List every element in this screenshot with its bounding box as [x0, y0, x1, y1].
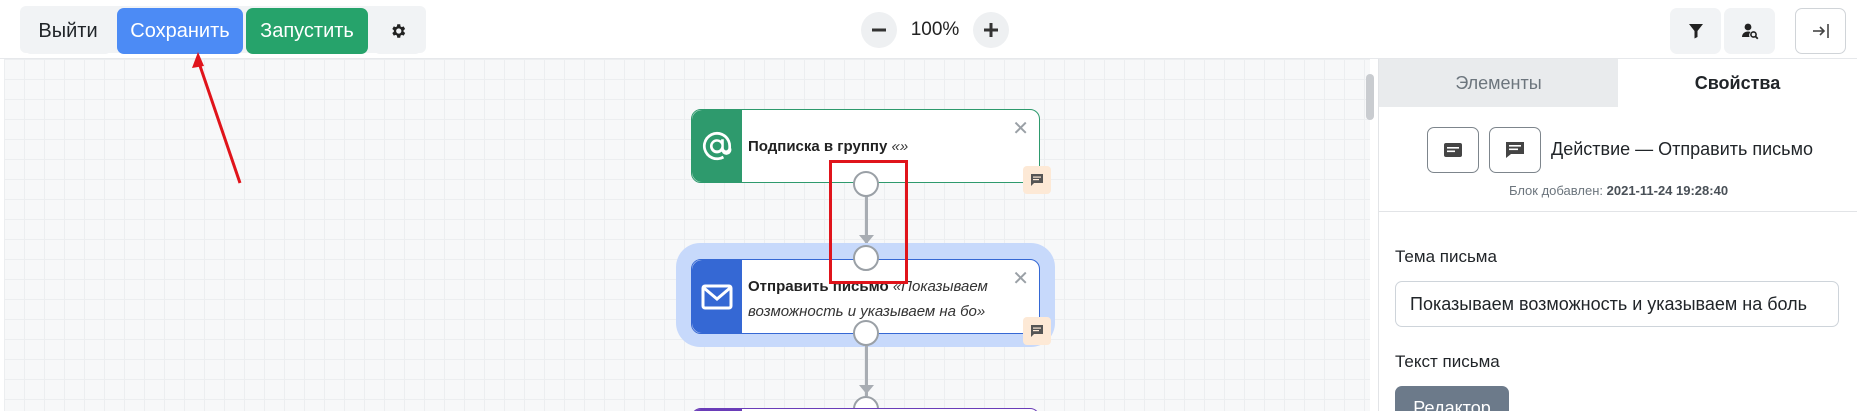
zoom-in-button[interactable]: [973, 12, 1009, 48]
connector-arrow-icon: [859, 385, 874, 394]
envelope-icon: [701, 284, 733, 309]
save-button[interactable]: Сохранить: [117, 8, 243, 54]
properties-panel: Элементы Свойства Действие — Отправить п…: [1378, 59, 1857, 411]
zoom-out-button[interactable]: [861, 12, 897, 48]
body-label: Текст письма: [1395, 352, 1500, 371]
node-close-icon[interactable]: ✕: [1012, 266, 1029, 291]
subject-label: Тема письма: [1395, 247, 1497, 266]
filter-icon: [1688, 24, 1703, 39]
action-title: Действие — Отправить письмо: [1551, 139, 1813, 159]
block-added-label: Блок добавлен:: [1508, 183, 1603, 198]
node-title-bold: Подписка в группу: [748, 138, 888, 155]
at-sign-icon: [702, 131, 732, 161]
block-added-info: Блок добавлен: 2021-11-24 19:28:40: [1379, 183, 1857, 198]
run-button[interactable]: Запустить: [246, 8, 368, 54]
toolbar: Выйти Сохранить Запустить 100%: [0, 0, 1857, 59]
plus-icon: [984, 23, 998, 37]
node-close-icon[interactable]: ✕: [1012, 116, 1029, 141]
block-message-button[interactable]: [1427, 127, 1479, 173]
comment-icon: [1506, 142, 1524, 158]
message-icon: [1444, 143, 1462, 157]
node-comment-button[interactable]: [1023, 166, 1051, 194]
block-comment-button[interactable]: [1489, 127, 1541, 173]
node-output-port[interactable]: [853, 320, 879, 346]
minus-icon: [872, 28, 886, 32]
comment-icon: [1031, 174, 1043, 186]
exit-panel-icon: [1812, 24, 1829, 38]
tab-properties[interactable]: Свойства: [1618, 59, 1857, 107]
node-icon-column: [692, 260, 742, 333]
node-title: Подписка в группу «»: [748, 134, 908, 159]
editor-button[interactable]: Редактор: [1395, 386, 1509, 411]
gear-icon: [391, 24, 405, 38]
node-comment-button[interactable]: [1023, 317, 1051, 345]
subject-input[interactable]: [1395, 281, 1839, 327]
node-title-italic: «»: [891, 138, 909, 155]
tab-elements[interactable]: Элементы: [1379, 59, 1618, 107]
filter-button[interactable]: [1670, 8, 1721, 54]
zoom-level: 100%: [910, 19, 960, 40]
block-added-value: 2021-11-24 19:28:40: [1606, 183, 1729, 198]
user-search-icon: [1741, 23, 1758, 40]
collapse-panel-button[interactable]: [1795, 8, 1846, 54]
divider: [1379, 211, 1857, 212]
user-search-button[interactable]: [1724, 8, 1775, 54]
canvas-scrollbar[interactable]: [1366, 74, 1374, 120]
exit-button[interactable]: Выйти: [24, 8, 112, 54]
flow-canvas[interactable]: [4, 59, 1370, 411]
node-icon-column: [692, 110, 742, 182]
annotation-highlight-box: [829, 160, 908, 284]
comment-icon: [1031, 325, 1043, 337]
settings-button[interactable]: [373, 8, 422, 54]
